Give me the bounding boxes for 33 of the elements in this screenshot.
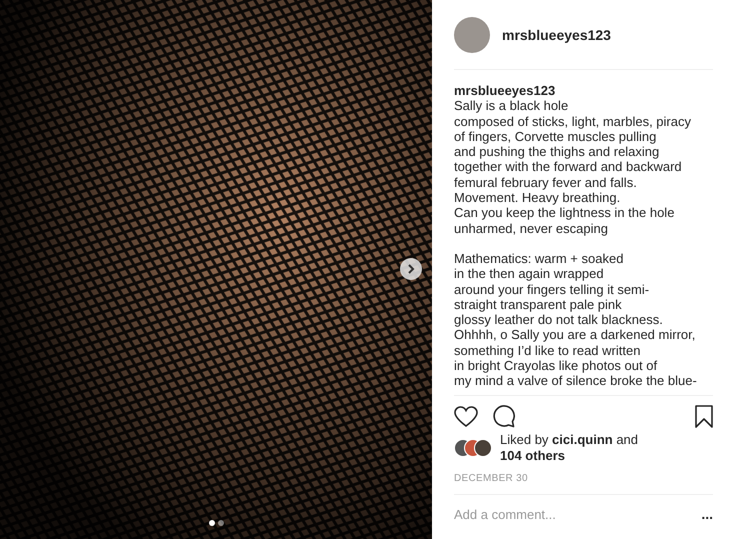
caption-line: around your fingers telling it semi- [454,282,650,297]
caption-line: something I’d like to read written [454,342,642,358]
caption-line: straight transparent pale pink [454,296,623,312]
and-text: and [615,432,638,447]
caption-line: my mind a valve of silence broke the blue- [454,373,698,389]
caption-line: Sally is a black hole [454,98,570,114]
caption-line: and pushing the thighs and relaxing [454,144,660,160]
caption-line: together with the forward and backward [454,159,683,175]
caption-line: glossy leather do not talk blackness. [454,312,664,328]
caption-line: composed of sticks, light, marbles, piracy [454,114,692,129]
caption-line: Can you keep the lightness in the hole [454,205,676,221]
caption-line: of fingers, Corvette muscles pulling [454,128,657,144]
more-options-button[interactable]: ... [701,506,713,522]
caption-line: Mathematics: warm + soaked [454,250,624,266]
heart-icon[interactable] [454,406,478,428]
caption-username[interactable]: mrsblueeyes123 [454,83,713,98]
carousel-dot[interactable] [218,520,224,526]
likes-count-link[interactable]: 104 others [500,448,638,464]
liked-by-text: Liked by [500,432,550,447]
comment-icon[interactable] [492,405,515,428]
avatar-placeholder[interactable] [454,16,490,52]
liker-link[interactable]: cici.quinn [552,432,613,447]
caption-line: in the then again wrapped [454,266,605,282]
caption-line: unharmed, never escaping [454,220,609,236]
post-date: DECEMBER 30 [454,464,713,495]
caption-line: Movement. Heavy breathing. [454,190,622,206]
caption-line: femural february fever and falls. [454,174,638,190]
bookmark-icon[interactable] [695,405,713,428]
caption-line: Ohhhh, o Sally you are a darkened mirror, [454,327,696,343]
username[interactable]: mrsblueeyes123 [502,26,611,42]
liker-avatars [454,439,494,457]
caption-line: in bright Crayolas like photos out of [454,358,658,374]
chevron-icon [407,264,415,274]
